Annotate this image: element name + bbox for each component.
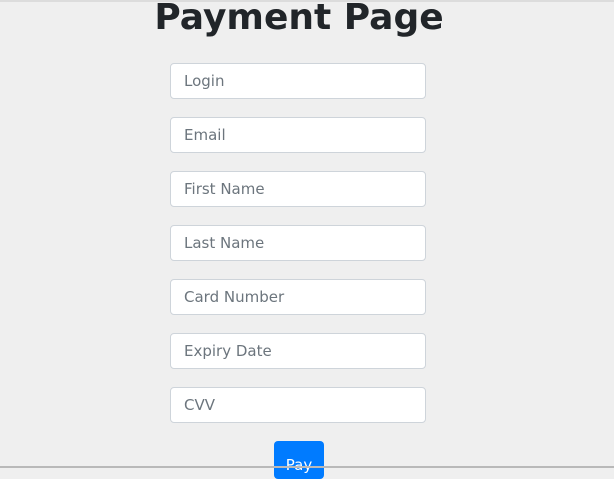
login-field[interactable] (170, 63, 426, 99)
page-title: Payment Page (154, 0, 444, 38)
expiry-date-field[interactable] (170, 333, 426, 369)
pay-button[interactable]: Pay (274, 441, 324, 479)
cvv-field[interactable] (170, 387, 426, 423)
email-field[interactable] (170, 117, 426, 153)
first-name-field[interactable] (170, 171, 426, 207)
card-number-field[interactable] (170, 279, 426, 315)
last-name-field[interactable] (170, 225, 426, 261)
